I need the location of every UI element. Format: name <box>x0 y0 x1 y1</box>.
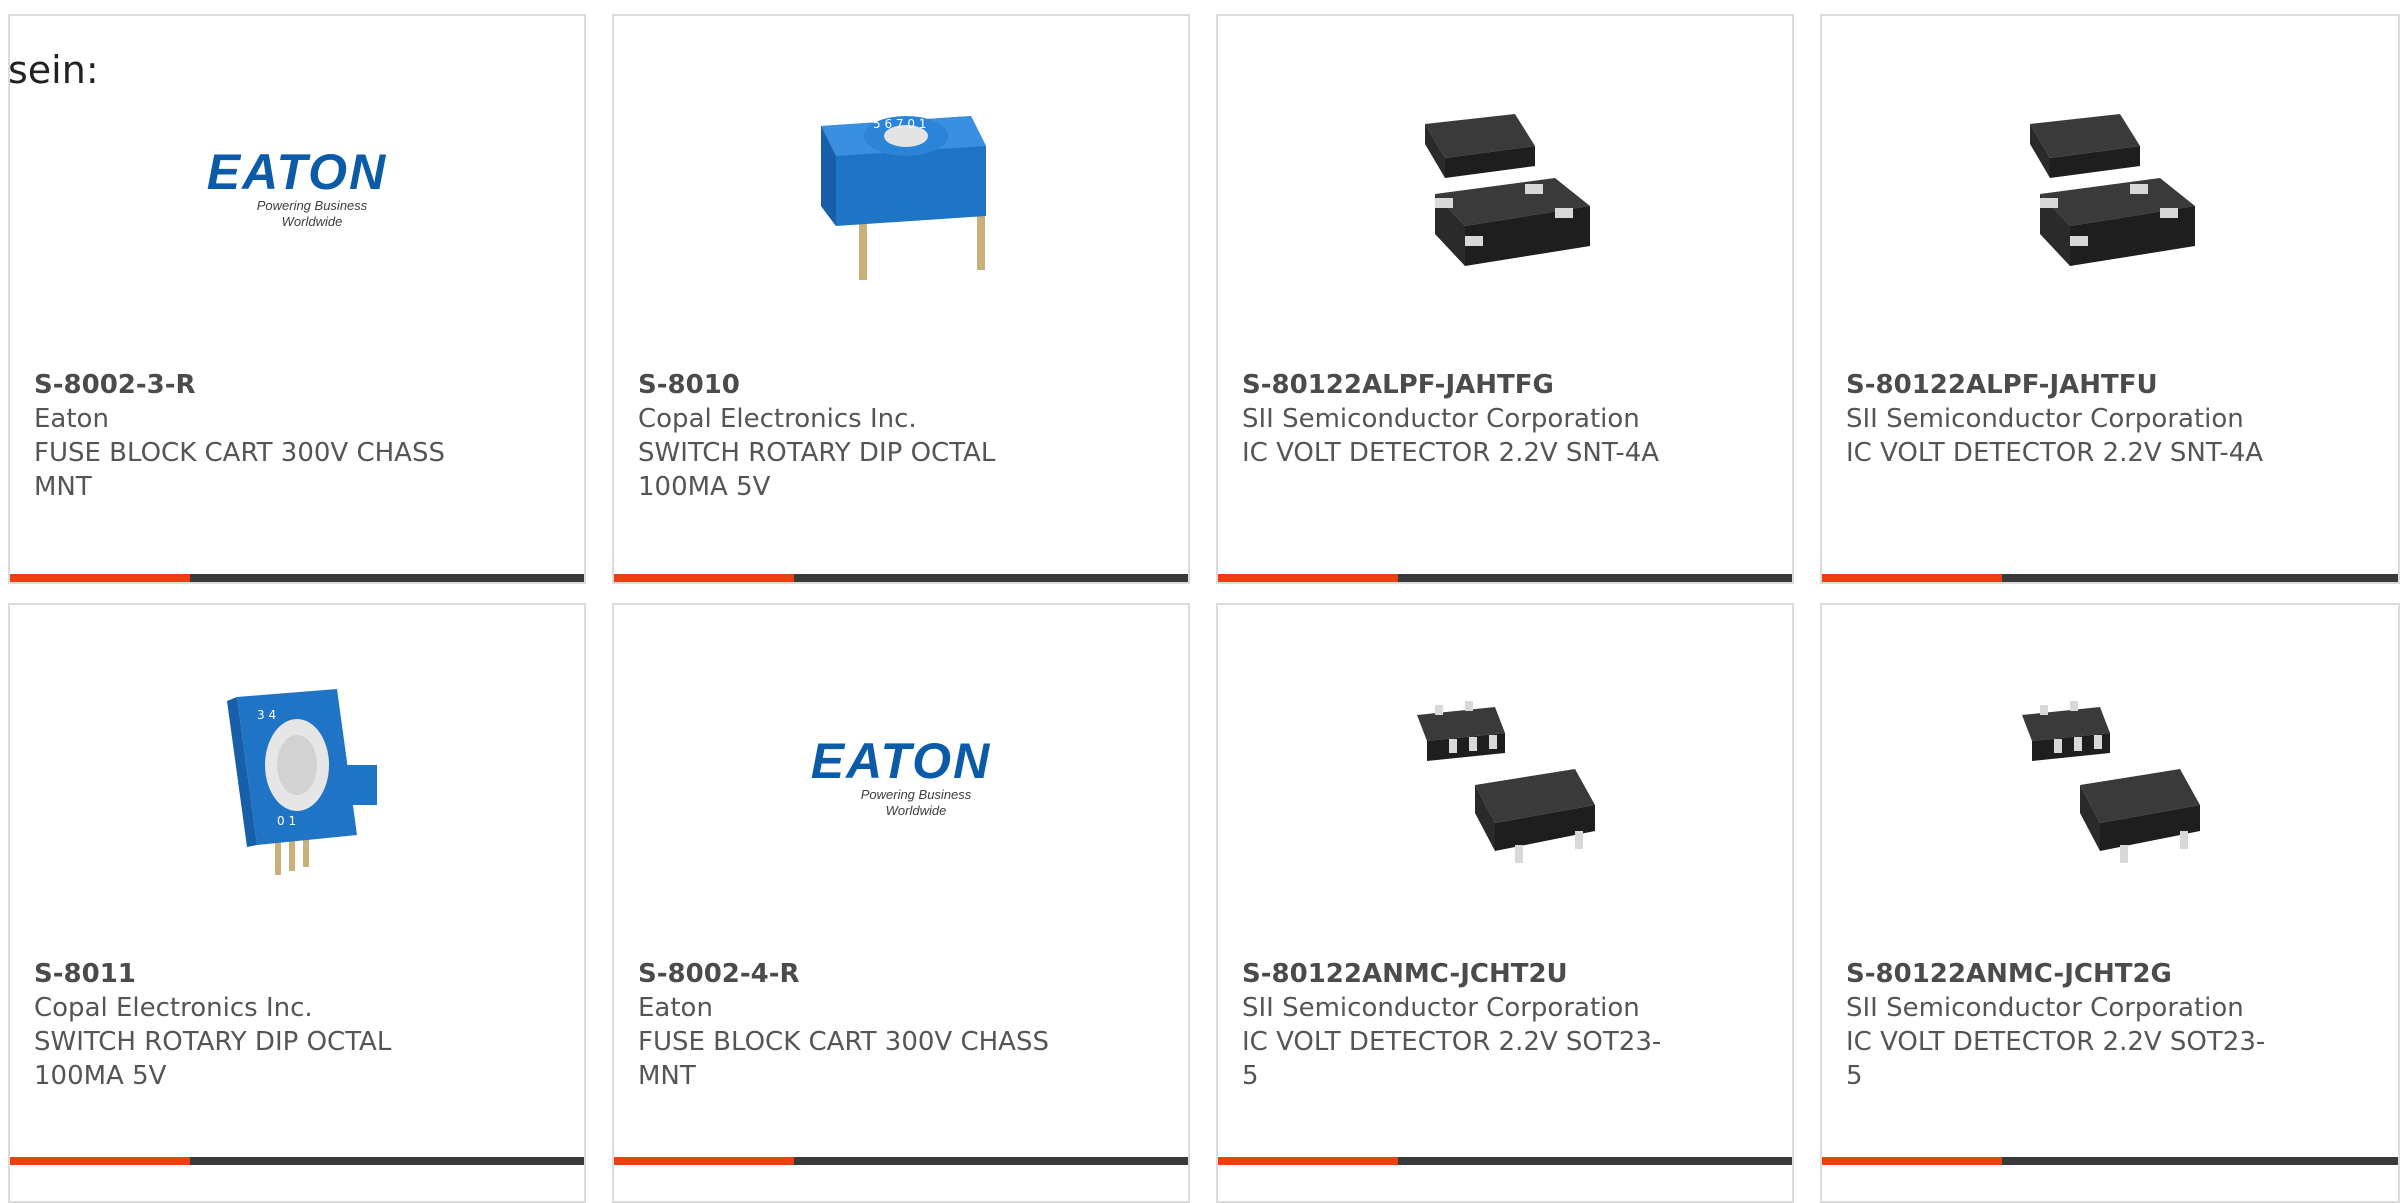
manufacturer: SII Semiconductor Corporation <box>1242 404 1640 434</box>
description-line: IC VOLT DETECTOR 2.2V SOT23- <box>1846 1027 2266 1057</box>
product-image[interactable]: EATON Powering Business Worldwide <box>197 86 397 286</box>
manufacturer: Eaton <box>34 404 109 434</box>
description-line: SWITCH ROTARY DIP OCTAL <box>638 438 996 468</box>
description-line: IC VOLT DETECTOR 2.2V SOT23- <box>1242 1027 1662 1057</box>
description-line: MNT <box>34 472 92 502</box>
description-line: IC VOLT DETECTOR 2.2V SNT-4A <box>1846 438 2264 468</box>
part-number[interactable]: S-80122ALPF-JAHTFU <box>1846 368 2286 402</box>
card-footer-bar <box>1822 1157 2398 1165</box>
svg-text:5 6 7 0 1: 5 6 7 0 1 <box>873 117 926 131</box>
svg-text:0 1: 0 1 <box>277 814 296 828</box>
eaton-logo: EATON Powering Business Worldwide <box>206 144 388 229</box>
manufacturer: Eaton <box>638 993 713 1023</box>
product-image[interactable] <box>2010 675 2210 875</box>
product-card-s-8002-3-r[interactable]: EATON Powering Business Worldwide S-8002… <box>8 14 586 584</box>
product-card-s-8010[interactable]: 5 6 7 0 1 S-8010 Copal Electronics Inc. … <box>612 14 1190 584</box>
description-line: FUSE BLOCK CART 300V CHASS <box>34 438 445 468</box>
description-line: FUSE BLOCK CART 300V CHASS <box>638 1027 1049 1057</box>
part-number[interactable]: S-80122ANMC-JCHT2G <box>1846 957 2286 991</box>
ic-package-icon <box>1417 701 1595 863</box>
description-line: IC VOLT DETECTOR 2.2V SNT-4A <box>1242 438 1660 468</box>
product-image[interactable]: 3 4 0 1 <box>197 675 397 875</box>
rotary-switch-icon: 5 6 7 0 1 <box>821 116 986 280</box>
product-image[interactable] <box>1405 675 1605 875</box>
manufacturer: SII Semiconductor Corporation <box>1242 993 1640 1023</box>
manufacturer: Copal Electronics Inc. <box>638 404 917 434</box>
part-number[interactable]: S-8011 <box>34 957 474 991</box>
card-footer-bar <box>614 1157 1188 1165</box>
card-footer-bar <box>10 574 584 582</box>
product-image[interactable]: EATON Powering Business Worldwide <box>801 675 1001 875</box>
eaton-logo: EATON Powering Business Worldwide <box>810 733 992 818</box>
description-line: 5 <box>1242 1061 1259 1091</box>
ic-package-icon <box>1425 114 1590 266</box>
product-image[interactable]: 5 6 7 0 1 <box>801 86 1001 286</box>
part-number[interactable]: S-8002-3-R <box>34 368 474 402</box>
description-line: 100MA 5V <box>638 472 771 502</box>
product-card-s-80122alpf-jahtfg[interactable]: S-80122ALPF-JAHTFG SII Semiconductor Cor… <box>1216 14 1794 584</box>
ic-package-icon <box>2022 701 2200 863</box>
manufacturer: Copal Electronics Inc. <box>34 993 313 1023</box>
product-image[interactable] <box>2010 86 2210 286</box>
product-card-s-8011[interactable]: 3 4 0 1 S-8011 Copal Electronics Inc. SW… <box>8 603 586 1203</box>
svg-text:3 4: 3 4 <box>257 708 276 722</box>
rotary-switch-icon: 3 4 0 1 <box>227 689 377 875</box>
product-card-s-8002-4-r[interactable]: EATON Powering Business Worldwide S-8002… <box>612 603 1190 1203</box>
description-line: 100MA 5V <box>34 1061 167 1091</box>
part-number[interactable]: S-8010 <box>638 368 1078 402</box>
card-footer-bar <box>614 574 1188 582</box>
manufacturer: SII Semiconductor Corporation <box>1846 404 2244 434</box>
description-line: MNT <box>638 1061 696 1091</box>
product-image[interactable] <box>1405 86 1605 286</box>
card-footer-bar <box>1822 574 2398 582</box>
product-card-s-80122anmc-jcht2g[interactable]: S-80122ANMC-JCHT2G SII Semiconductor Cor… <box>1820 603 2400 1203</box>
card-footer-bar <box>1218 574 1792 582</box>
product-card-s-80122anmc-jcht2u[interactable]: S-80122ANMC-JCHT2U SII Semiconductor Cor… <box>1216 603 1794 1203</box>
product-card-s-80122alpf-jahtfu[interactable]: S-80122ALPF-JAHTFU SII Semiconductor Cor… <box>1820 14 2400 584</box>
manufacturer: SII Semiconductor Corporation <box>1846 993 2244 1023</box>
intro-text: sein: <box>8 48 99 92</box>
description-line: SWITCH ROTARY DIP OCTAL <box>34 1027 392 1057</box>
card-footer-bar <box>1218 1157 1792 1165</box>
part-number[interactable]: S-80122ALPF-JAHTFG <box>1242 368 1682 402</box>
part-number[interactable]: S-8002-4-R <box>638 957 1078 991</box>
part-number[interactable]: S-80122ANMC-JCHT2U <box>1242 957 1682 991</box>
ic-package-icon <box>2030 114 2195 266</box>
description-line: 5 <box>1846 1061 1863 1091</box>
card-footer-bar <box>10 1157 584 1165</box>
